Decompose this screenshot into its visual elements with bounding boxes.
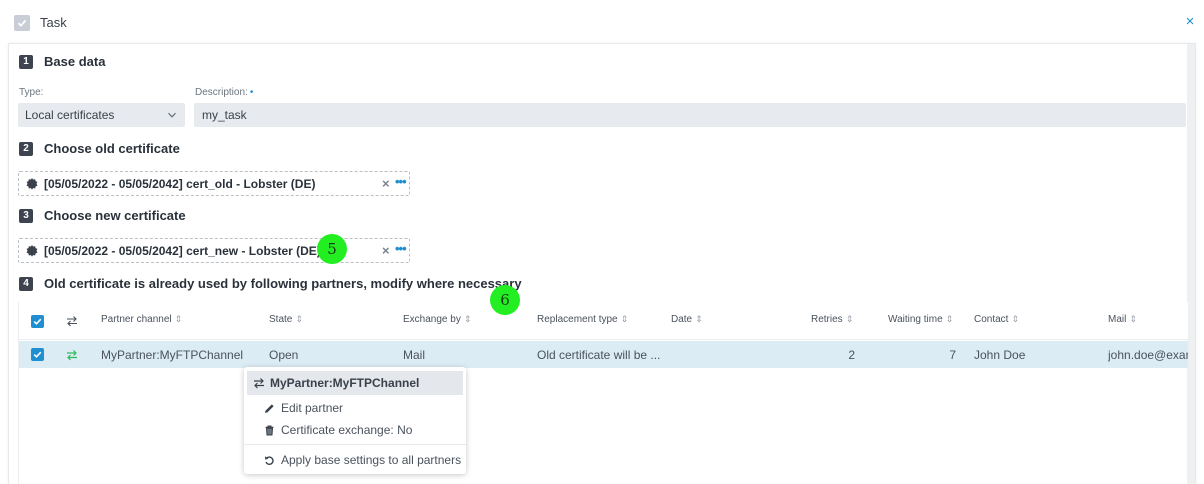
chevron-down-icon (168, 112, 176, 118)
menu-item-certificate-exchange[interactable]: Certificate exchange: No (264, 423, 412, 437)
section-number: 2 (19, 141, 33, 156)
close-icon[interactable]: × (1182, 14, 1198, 30)
sort-icon: ⇕ (620, 314, 629, 324)
sort-icon: ⇕ (1011, 314, 1020, 324)
column-label: Partner channel (101, 314, 172, 325)
annotation-marker-6: 6 (490, 285, 520, 315)
cell-retries: 2 (848, 348, 855, 362)
type-label: Type: (19, 87, 44, 98)
description-label: Description: • (195, 87, 253, 98)
pencil-icon (265, 403, 274, 413)
sort-icon: ⇕ (845, 314, 854, 324)
section-number: 1 (19, 54, 33, 69)
section-number: 3 (19, 208, 33, 223)
column-header-waiting-time[interactable]: Waiting time ⇕ (888, 314, 953, 325)
cell-partner-channel: MyPartner:MyFTPChannel (101, 348, 244, 362)
row-checkbox[interactable] (31, 348, 44, 361)
more-options-icon[interactable]: ••• (395, 175, 407, 189)
column-header-retries[interactable]: Retries ⇕ (811, 314, 853, 325)
cell-waiting-time: 7 (949, 348, 956, 362)
new-certificate-field[interactable]: [05/05/2022 - 05/05/2042] cert_new - Lob… (18, 238, 410, 263)
column-label: Exchange by (403, 314, 461, 325)
required-marker: • (249, 87, 254, 98)
column-label: Date (671, 314, 693, 325)
type-select[interactable]: Local certificates (18, 103, 185, 127)
menu-item-label: Apply base settings to all partners (281, 453, 462, 467)
description-input-value: my_task (202, 108, 247, 122)
table-row[interactable]: MyPartner:MyFTPChannel Open Mail Old cer… (19, 341, 1188, 368)
description-label-text: Description: (195, 87, 248, 98)
annotation-marker-5: 5 (317, 234, 347, 264)
cell-exchange-by: Mail (403, 348, 426, 362)
partners-table: Partner channel ⇕ State ⇕ Exchange by ⇕ Rep… (18, 302, 1188, 484)
column-label: Contact (974, 314, 1009, 325)
column-label: State (269, 314, 293, 325)
section-number: 4 (19, 276, 33, 291)
sort-icon: ⇕ (295, 314, 303, 324)
column-header-mail[interactable]: Mail ⇕ (1108, 314, 1137, 325)
task-check-icon (14, 15, 30, 31)
section-new-certificate: 3 Choose new certificate (19, 208, 186, 223)
section-base-data: 1 Base data (19, 54, 105, 69)
section-title: Choose old certificate (44, 141, 180, 156)
context-menu-header: MyPartner:MyFTPChannel (247, 371, 463, 395)
clear-icon[interactable]: × (382, 244, 390, 258)
exchange-icon (67, 350, 77, 361)
select-all-checkbox[interactable] (31, 315, 44, 328)
certificate-seal-icon (26, 244, 38, 257)
description-input[interactable]: my_task (194, 103, 1186, 127)
cell-state: Open (269, 348, 299, 362)
new-certificate-value: [05/05/2022 - 05/05/2042] cert_new - Lob… (44, 243, 321, 258)
table-header: Partner channel ⇕ State ⇕ Exchange by ⇕ Rep… (19, 302, 1188, 340)
more-options-icon[interactable]: ••• (395, 242, 407, 256)
type-select-value: Local certificates (25, 108, 115, 122)
row-context-menu: MyPartner:MyFTPChannel Edit partner Cert… (244, 367, 466, 474)
sort-icon: ⇕ (174, 314, 183, 324)
section-title: Old certificate is already used by follo… (44, 276, 522, 291)
clear-icon[interactable]: × (382, 177, 390, 191)
undo-icon (265, 455, 274, 465)
section-partners: 4 Old certificate is already used by fol… (19, 276, 522, 291)
column-label: Retries (811, 314, 843, 325)
column-header-replacement-type[interactable]: Replacement type ⇕ (537, 314, 628, 325)
exchange-icon (254, 378, 264, 389)
menu-item-label: Edit partner (281, 401, 344, 415)
sort-icon: ⇕ (695, 314, 703, 324)
section-title: Base data (44, 54, 106, 69)
section-title: Choose new certificate (44, 208, 186, 223)
sort-icon: ⇕ (463, 314, 472, 324)
column-label: Mail (1108, 314, 1127, 325)
dialog-title: Task (40, 15, 67, 30)
old-certificate-field[interactable]: [05/05/2022 - 05/05/2042] cert_old - Lob… (18, 171, 410, 196)
column-label: Waiting time (888, 314, 943, 325)
cell-replacement-type: Old certificate will be ... (537, 348, 661, 362)
section-old-certificate: 2 Choose old certificate (19, 141, 180, 156)
column-header-state[interactable]: State ⇕ (269, 314, 303, 325)
menu-separator (244, 444, 466, 445)
column-label: Replacement type (537, 314, 618, 325)
sort-icon: ⇕ (1129, 314, 1137, 324)
context-menu-title: MyPartner:MyFTPChannel (270, 376, 420, 390)
menu-item-apply-base-settings[interactable]: Apply base settings to all partners (264, 453, 461, 467)
vertical-scrollbar[interactable] (1187, 44, 1195, 484)
column-header-date[interactable]: Date ⇕ (671, 314, 703, 325)
cell-contact: John Doe (974, 348, 1026, 362)
menu-item-label: Certificate exchange: No (281, 423, 413, 437)
column-header-contact[interactable]: Contact ⇕ (974, 314, 1019, 325)
trash-icon (265, 425, 274, 435)
certificate-seal-icon (26, 177, 38, 190)
column-header-exchange-by[interactable]: Exchange by ⇕ (403, 314, 471, 325)
old-certificate-value: [05/05/2022 - 05/05/2042] cert_old - Lob… (44, 176, 316, 191)
cell-mail: john.doe@exam (1108, 348, 1188, 362)
column-header-partner-channel[interactable]: Partner channel ⇕ (101, 314, 182, 325)
menu-item-edit-partner[interactable]: Edit partner (264, 401, 343, 415)
exchange-icon (67, 316, 77, 327)
dialog-titlebar: Task × (0, 0, 1204, 44)
sort-icon: ⇕ (945, 314, 954, 324)
